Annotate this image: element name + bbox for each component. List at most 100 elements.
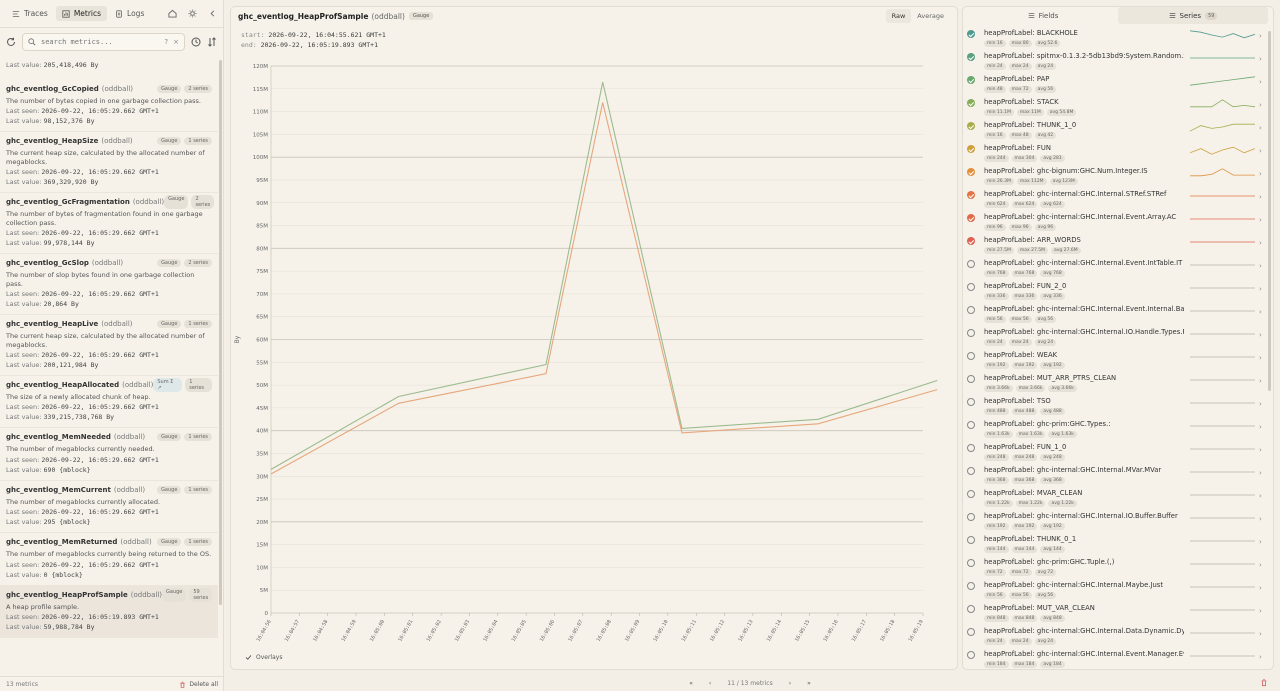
chevron-right-icon[interactable]: › [1259, 354, 1262, 362]
chevron-right-icon[interactable]: › [1259, 216, 1262, 224]
series-row[interactable]: heapProfLabel: ghc-internal:GHC.Internal… [963, 326, 1267, 349]
series-row[interactable]: heapProfLabel: ghc-internal:GHC.Internal… [963, 188, 1267, 211]
series-checkbox[interactable] [967, 398, 975, 406]
chevron-right-icon[interactable]: › [1259, 469, 1262, 477]
series-row[interactable]: heapProfLabel: FUN_1_0 min 248 max 248 avg … [963, 441, 1267, 464]
heap-chart[interactable]: 0 5M 10M 15M 20M 25M 30M 35M 40M 45M 50M 55M 60M 65M 7… [231, 55, 957, 655]
chevron-right-icon[interactable]: › [1259, 561, 1262, 569]
collapse-chevron-icon[interactable] [208, 9, 217, 18]
series-checkbox[interactable] [967, 490, 975, 498]
chevron-right-icon[interactable]: › [1259, 377, 1262, 385]
theme-sun-icon[interactable] [188, 9, 197, 18]
last-page-button[interactable]: » [807, 680, 811, 687]
chevron-right-icon[interactable]: › [1259, 239, 1262, 247]
series-row[interactable]: heapProfLabel: ghc-internal:GHC.Internal… [963, 464, 1267, 487]
series-checkbox[interactable] [967, 421, 975, 429]
series-row[interactable]: heapProfLabel: ghc-internal:GHC.Internal… [963, 303, 1267, 326]
series-row[interactable]: heapProfLabel: THUNK_1_0 min 16 max 48 avg … [963, 119, 1267, 142]
raw-mode-button[interactable]: Raw [885, 9, 912, 23]
delete-all-button[interactable]: Delete all [179, 681, 218, 688]
series-checkbox[interactable] [967, 53, 975, 61]
series-checkbox[interactable] [967, 306, 975, 314]
series-row[interactable]: heapProfLabel: FUN min 244 max 304 avg 281 › [963, 142, 1267, 165]
series-checkbox[interactable] [967, 329, 975, 337]
chevron-right-icon[interactable]: › [1259, 400, 1262, 408]
series-checkbox[interactable] [967, 559, 975, 567]
chevron-right-icon[interactable]: › [1259, 101, 1262, 109]
chevron-right-icon[interactable]: › [1259, 193, 1262, 201]
series-checkbox[interactable] [967, 237, 975, 245]
series-checkbox[interactable] [967, 444, 975, 452]
series-checkbox[interactable] [967, 605, 975, 613]
series-row[interactable]: heapProfLabel: ghc-prim:GHC.Types.: min 1… [963, 418, 1267, 441]
search-box[interactable]: ? × [22, 33, 185, 51]
chevron-right-icon[interactable]: › [1259, 55, 1262, 63]
tab-metrics[interactable]: Metrics [55, 6, 108, 21]
prev-page-button[interactable]: ‹ [709, 680, 711, 687]
series-checkbox[interactable] [967, 145, 975, 153]
series-row[interactable]: heapProfLabel: ghc-internal:GHC.Internal… [963, 211, 1267, 234]
history-clock-icon[interactable] [191, 37, 201, 47]
chevron-right-icon[interactable]: › [1259, 515, 1262, 523]
metric-list-item[interactable]: ghc_eventlog_MemReturned (oddball) Gauge 1 … [0, 533, 218, 586]
series-row[interactable]: heapProfLabel: ARR_WORDS min 27.5M max 27.… [963, 234, 1267, 257]
series-checkbox[interactable] [967, 191, 975, 199]
first-page-button[interactable]: « [689, 680, 693, 687]
sort-icon[interactable] [207, 37, 217, 47]
chevron-right-icon[interactable]: › [1259, 308, 1262, 316]
series-row[interactable]: heapProfLabel: ghc-internal:GHC.Internal… [963, 625, 1267, 648]
chevron-right-icon[interactable]: › [1259, 630, 1262, 638]
series-checkbox[interactable] [967, 536, 975, 544]
chevron-right-icon[interactable]: › [1259, 446, 1262, 454]
chevron-right-icon[interactable]: › [1259, 538, 1262, 546]
metric-list-item[interactable]: ghc_eventlog_GcFragmentation (oddball) Gau… [0, 193, 218, 255]
series-checkbox[interactable] [967, 260, 975, 268]
trash-icon[interactable] [1260, 678, 1268, 687]
series-scrollbar[interactable] [1268, 31, 1271, 391]
metric-list-item[interactable]: ghc_eventlog_GcSlop (oddball) Gauge 2 serie… [0, 254, 218, 316]
metric-list-item[interactable]: ghc_eventlog_HeapSize (oddball) Gauge 1 ser… [0, 132, 218, 194]
chevron-right-icon[interactable]: › [1259, 331, 1262, 339]
chevron-right-icon[interactable]: › [1259, 492, 1262, 500]
series-row[interactable]: heapProfLabel: PAP min 48 max 72 avg 56 › [963, 73, 1267, 96]
average-mode-button[interactable]: Average [911, 9, 950, 23]
chevron-right-icon[interactable]: › [1259, 607, 1262, 615]
series-row[interactable]: heapProfLabel: ghc-prim:GHC.Tuple.(,) min… [963, 556, 1267, 579]
series-checkbox[interactable] [967, 76, 975, 84]
metric-list-item[interactable]: ghc_eventlog_HeapAllocated (oddball) Sum Σ… [0, 376, 218, 429]
series-row[interactable]: heapProfLabel: TSO min 488 max 488 avg 488 › [963, 395, 1267, 418]
series-checkbox[interactable] [967, 30, 975, 38]
overlays-toggle[interactable]: Overlays [245, 654, 282, 661]
search-input[interactable] [41, 38, 160, 46]
series-checkbox[interactable] [967, 582, 975, 590]
help-key[interactable]: ? [164, 38, 168, 46]
sidebar-scrollbar[interactable] [219, 60, 222, 605]
chevron-right-icon[interactable]: › [1259, 584, 1262, 592]
series-row[interactable]: heapProfLabel: WEAK min 192 max 192 avg 192… [963, 349, 1267, 372]
series-checkbox[interactable] [967, 628, 975, 636]
series-row[interactable]: heapProfLabel: MUT_ARR_PTRS_CLEAN min 3.6… [963, 372, 1267, 395]
tab-traces[interactable]: Traces [6, 6, 54, 21]
series-row[interactable]: heapProfLabel: ghc-internal:GHC.Internal… [963, 510, 1267, 533]
tab-series[interactable]: Series 59 [1118, 7, 1268, 24]
series-checkbox[interactable] [967, 352, 975, 360]
series-row[interactable]: heapProfLabel: THUNK_0_1 min 144 max 144 av… [963, 533, 1267, 556]
chevron-right-icon[interactable]: › [1259, 147, 1262, 155]
series-checkbox[interactable] [967, 122, 975, 130]
chevron-right-icon[interactable]: › [1259, 653, 1262, 661]
series-checkbox[interactable] [967, 651, 975, 659]
refresh-icon[interactable] [6, 37, 16, 47]
metric-list-item[interactable]: ghc_eventlog_MemNeeded (oddball) Gauge 1 se… [0, 428, 218, 481]
series-row[interactable]: heapProfLabel: MVAR_CLEAN min 1.22k max 1.… [963, 487, 1267, 510]
chevron-right-icon[interactable]: › [1259, 32, 1262, 40]
chevron-right-icon[interactable]: › [1259, 124, 1262, 132]
next-page-button[interactable]: › [789, 680, 791, 687]
metric-list-item[interactable]: ghc_eventlog_MemCurrent (oddball) Gauge 1 s… [0, 481, 218, 534]
chevron-right-icon[interactable]: › [1259, 262, 1262, 270]
metric-list-item[interactable]: ghc_eventlog_GcCopied (oddball) Gauge 2 ser… [0, 80, 218, 133]
series-row[interactable]: heapProfLabel: ghc-internal:GHC.Internal… [963, 579, 1267, 602]
series-checkbox[interactable] [967, 283, 975, 291]
series-row[interactable]: heapProfLabel: ghc-internal:GHC.Internal… [963, 648, 1267, 669]
series-checkbox[interactable] [967, 214, 975, 222]
chevron-right-icon[interactable]: › [1259, 285, 1262, 293]
